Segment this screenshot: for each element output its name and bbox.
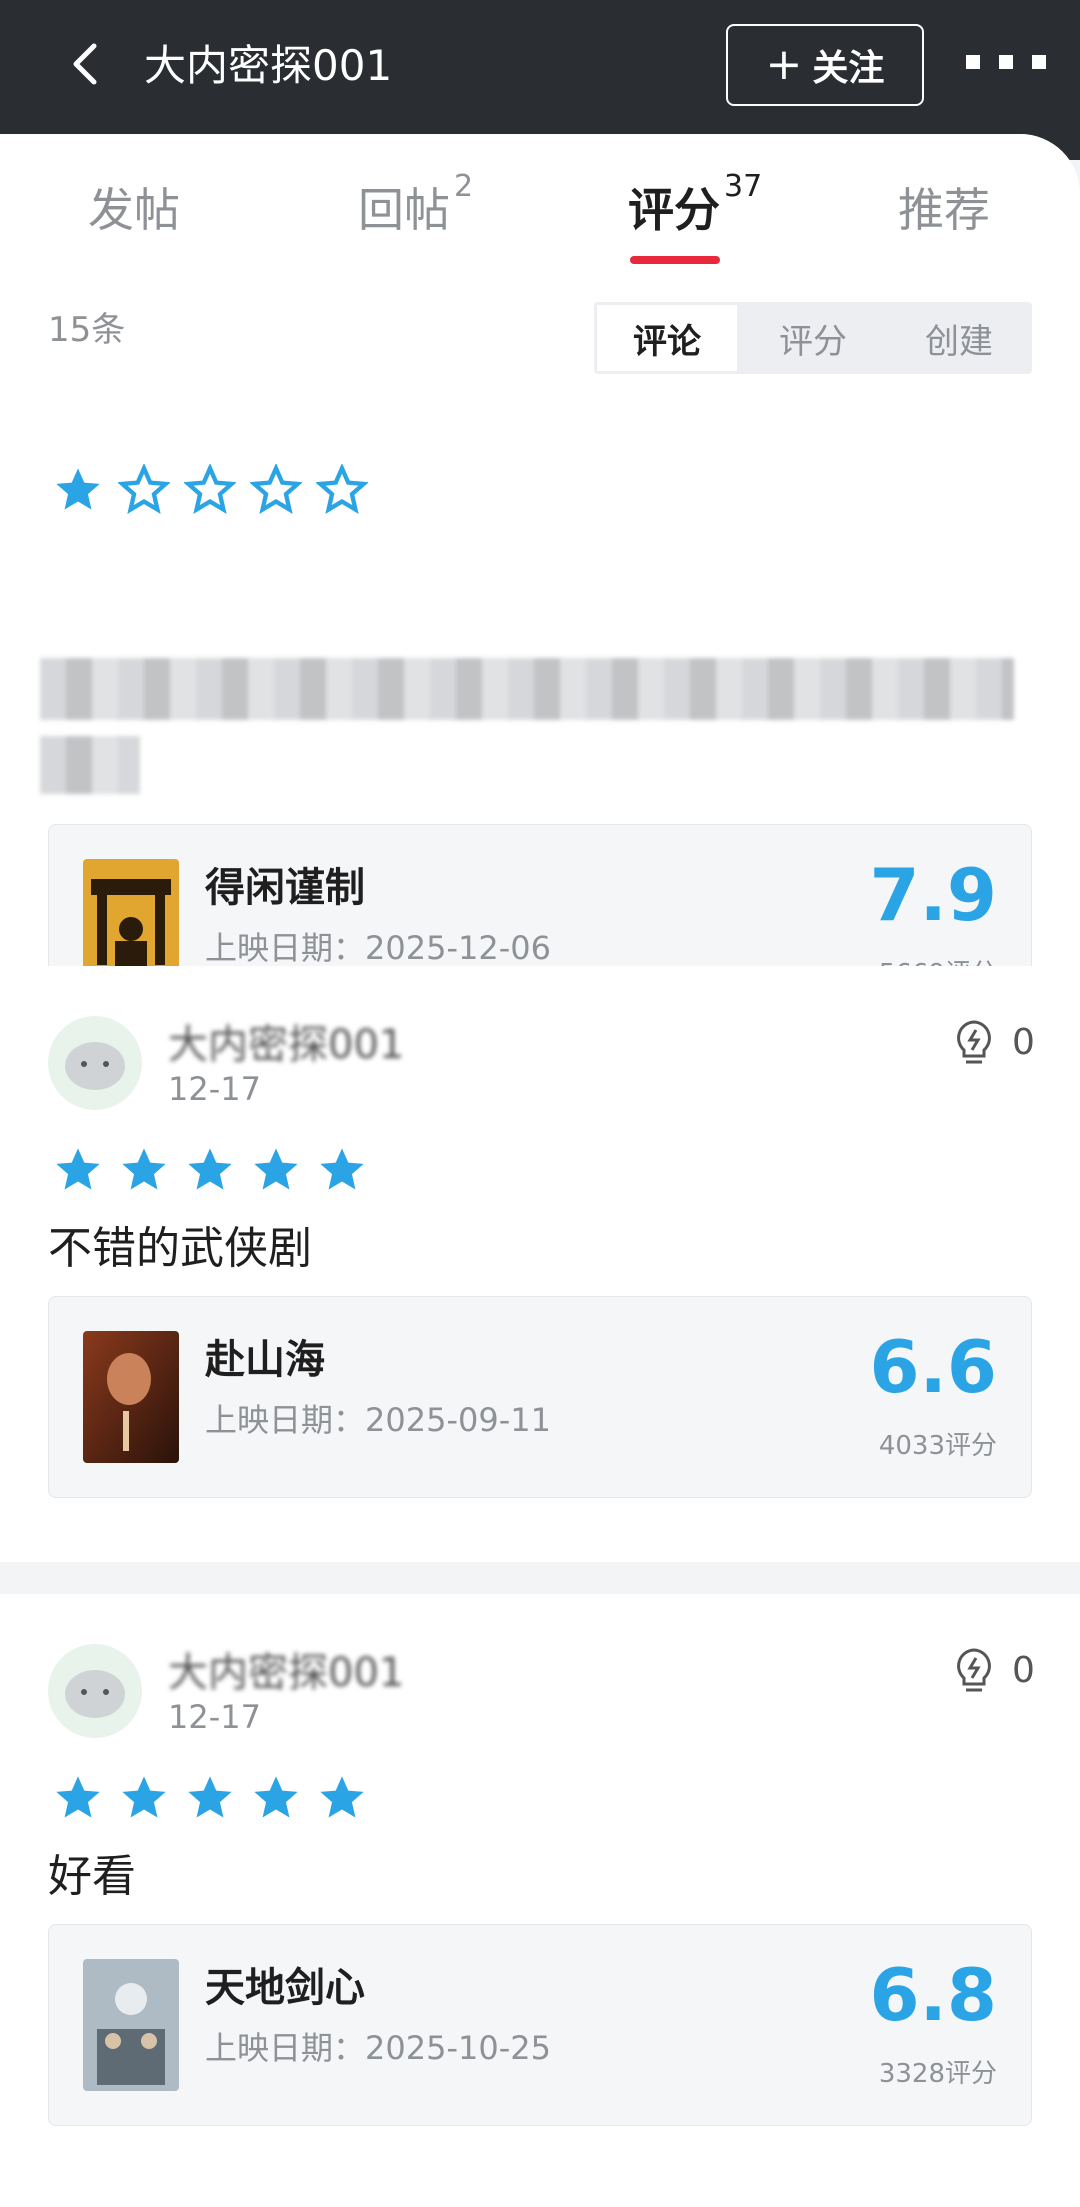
active-tab-indicator <box>630 256 720 264</box>
tab-ratings-badge: 37 <box>724 168 763 204</box>
review-card-3: 大内密探001 12-17 0 好看 天地剑心 上映日期：2025-10-25 … <box>0 1594 1080 2207</box>
segment-comments[interactable]: 评论 <box>597 305 737 371</box>
follow-button[interactable]: + 关注 <box>726 24 924 106</box>
release-date: 上映日期：2025-09-11 <box>205 1401 551 1439</box>
star-filled-icon <box>56 1148 100 1190</box>
star-filled-icon <box>320 1148 364 1190</box>
movie-score: 7.9 <box>869 853 997 937</box>
star-rating <box>52 1772 368 1824</box>
star-empty-icon <box>118 464 170 514</box>
star-filled-icon <box>320 1776 364 1818</box>
plus-icon: + <box>765 39 803 90</box>
movie-score: 6.8 <box>869 1953 997 2037</box>
segment-created[interactable]: 创建 <box>889 305 1029 371</box>
release-date: 上映日期：2025-10-25 <box>205 2029 551 2067</box>
avatar[interactable] <box>48 1644 142 1738</box>
lightbulb-icon <box>957 1648 991 1692</box>
tip-count: 0 <box>1012 1649 1035 1691</box>
back-arrow-icon[interactable] <box>62 40 110 88</box>
movie-card[interactable]: 天地剑心 上映日期：2025-10-25 6.8 3328评分 <box>48 1924 1032 2126</box>
star-empty-icon <box>250 464 302 514</box>
content-area: 发帖 回帖 2 评分 37 推荐 15条 评论 评分 创建 得闲谨制 上映日期：… <box>0 134 1080 2207</box>
blurred-review-text <box>40 658 1014 720</box>
star-filled-icon <box>188 1148 232 1190</box>
star-filled-icon <box>188 1776 232 1818</box>
review-text: 不错的武侠剧 <box>48 1223 312 1274</box>
tab-posts[interactable]: 发帖 <box>88 174 180 240</box>
segment-ratings[interactable]: 评分 <box>743 305 883 371</box>
score-count: 3328评分 <box>878 2059 997 2089</box>
blurred-review-text <box>40 736 140 794</box>
star-filled-icon <box>122 1148 166 1190</box>
movie-title: 天地剑心 <box>205 1965 365 2011</box>
tip-button[interactable]: 0 <box>952 1018 1035 1066</box>
score-count: 4033评分 <box>878 1431 997 1461</box>
star-filled-icon <box>254 1776 298 1818</box>
tip-count: 0 <box>1012 1021 1035 1063</box>
star-filled-icon <box>56 1776 100 1818</box>
lightbulb-icon <box>957 1020 991 1064</box>
tab-replies[interactable]: 回帖 2 <box>358 169 473 240</box>
movie-poster <box>83 1959 179 2091</box>
result-count: 15条 <box>48 310 126 350</box>
star-empty-icon <box>316 464 368 514</box>
movie-title: 得闲谨制 <box>205 865 365 911</box>
tab-recommend[interactable]: 推荐 <box>898 174 990 240</box>
more-options-icon[interactable] <box>966 52 1046 72</box>
post-date: 12-17 <box>168 1070 261 1108</box>
page-title: 大内密探001 <box>144 41 393 90</box>
follow-label: 关注 <box>812 48 885 89</box>
review-card-1: 15条 评论 评分 创建 得闲谨制 上映日期：2025-12-06 7.9 <box>0 284 1080 1080</box>
user-name[interactable]: 大内密探001 <box>168 1012 404 1070</box>
tip-button[interactable]: 0 <box>952 1646 1035 1694</box>
movie-score: 6.6 <box>869 1325 997 1409</box>
star-empty-icon <box>184 464 236 514</box>
review-card-2: 大内密探001 12-17 0 不错的武侠剧 赴山海 上映日期：2025-09-… <box>0 966 1080 1562</box>
movie-title: 赴山海 <box>205 1337 325 1383</box>
review-text: 好看 <box>48 1851 136 1902</box>
post-date: 12-17 <box>168 1698 261 1736</box>
star-filled-icon <box>56 468 100 510</box>
segment-control: 评论 评分 创建 <box>594 302 1032 374</box>
avatar[interactable] <box>48 1016 142 1110</box>
star-rating <box>52 1144 368 1196</box>
user-name[interactable]: 大内密探001 <box>168 1640 404 1698</box>
movie-poster <box>83 1331 179 1463</box>
star-rating <box>52 464 368 516</box>
movie-card[interactable]: 赴山海 上映日期：2025-09-11 6.6 4033评分 <box>48 1296 1032 1498</box>
star-filled-icon <box>254 1148 298 1190</box>
tab-bar: 发帖 回帖 2 评分 37 推荐 <box>0 134 1080 284</box>
tab-ratings[interactable]: 评分 37 <box>628 169 762 240</box>
star-filled-icon <box>122 1776 166 1818</box>
tab-replies-badge: 2 <box>454 168 474 204</box>
release-date: 上映日期：2025-12-06 <box>205 929 551 967</box>
